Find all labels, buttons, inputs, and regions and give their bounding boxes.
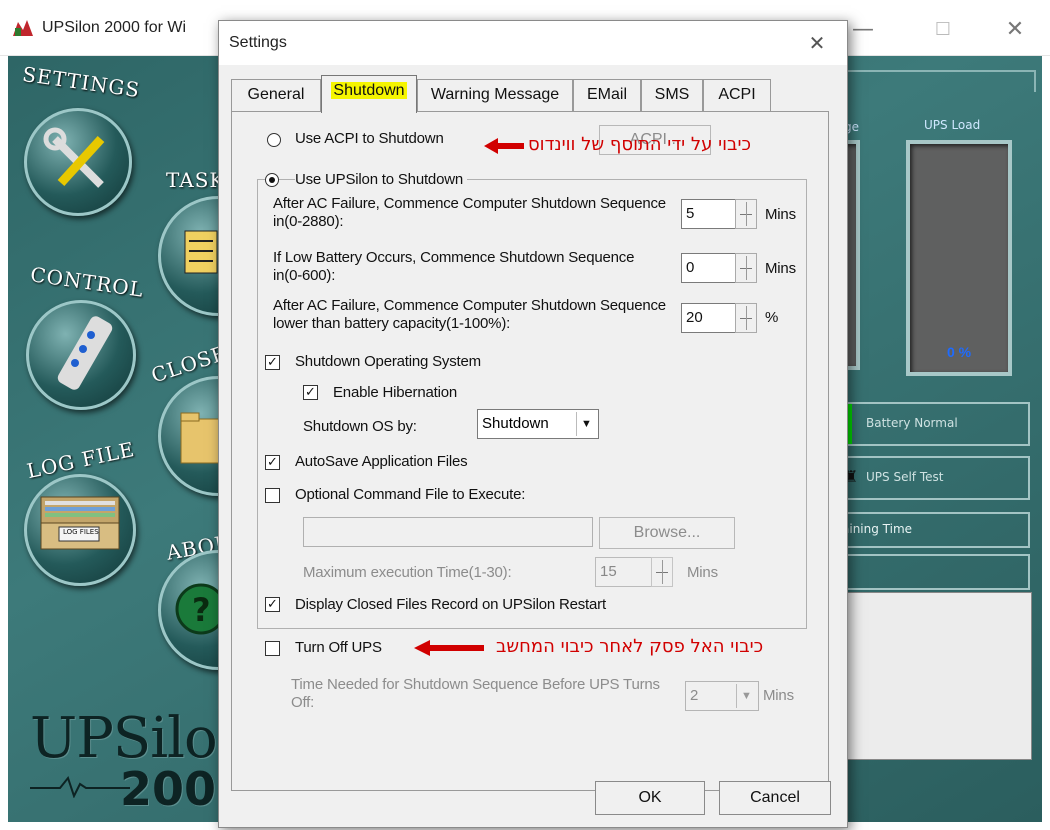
use-acpi-label: Use ACPI to Shutdown (295, 130, 444, 147)
tab-warning-label: Warning Message (430, 86, 560, 103)
hibernation-label: Enable Hibernation (333, 384, 457, 401)
acpi-annotation-arrow-icon (484, 138, 524, 154)
tab-email[interactable]: EMail (573, 79, 641, 111)
remote-control-icon (57, 316, 113, 390)
shutdown-by-value: Shutdown (482, 415, 549, 432)
dialog-titlebar: Settings ✕ (219, 21, 847, 65)
time-needed-unit: Mins (763, 687, 794, 704)
upsilon-app-icon (13, 20, 33, 36)
ok-button[interactable]: OK (595, 781, 705, 815)
remaining-time-label: aining Time (842, 522, 913, 536)
command-file-input[interactable] (303, 517, 593, 547)
optional-cmd-checkbox[interactable] (265, 488, 280, 503)
ac-failure-label: After AC Failure, Commence Computer Shut… (273, 195, 666, 230)
dialog-title: Settings (229, 34, 287, 51)
turn-off-ups-label: Turn Off UPS (295, 639, 382, 656)
event-log-area (836, 592, 1032, 760)
display-closed-label: Display Closed Files Record on UPSilon R… (295, 596, 606, 613)
low-battery-label: If Low Battery Occurs, Commence Shutdown… (273, 249, 635, 284)
nav-control-button[interactable] (26, 300, 136, 410)
max-exec-input[interactable]: 15 (595, 557, 653, 587)
use-upsilon-label: Use UPSilon to Shutdown (295, 171, 467, 188)
remaining-time-field: aining Time (836, 512, 1030, 548)
upsilon-shutdown-group (257, 179, 807, 629)
autosave-label: AutoSave Application Files (295, 453, 468, 470)
autosave-checkbox[interactable]: ✓ (265, 455, 280, 470)
ac-failure-spinner[interactable] (735, 199, 757, 229)
hibernation-checkbox[interactable]: ✓ (303, 385, 318, 400)
tools-icon (43, 127, 105, 188)
tab-acpi[interactable]: ACPI (703, 79, 771, 111)
low-battery-input[interactable]: 0 (681, 253, 737, 283)
ups-load-value: 0 % (946, 344, 972, 360)
max-exec-spinner[interactable] (651, 557, 673, 587)
optional-cmd-label: Optional Command File to Execute: (295, 486, 526, 503)
max-exec-unit: Mins (687, 564, 718, 581)
browse-button[interactable]: Browse... (599, 517, 735, 549)
main-window-title: UPSilon 2000 for Wi (42, 19, 187, 36)
shutdown-by-label: Shutdown OS by: (303, 418, 417, 435)
low-battery-unit: Mins (765, 260, 796, 277)
remaining-time-row2: c (836, 554, 1030, 590)
tab-shutdown[interactable]: Shutdown (321, 75, 417, 113)
use-acpi-radio[interactable] (267, 133, 281, 147)
log-files-tag: LOG FILES (63, 528, 99, 536)
low-battery-spinner[interactable] (735, 253, 757, 283)
tab-acpi-label: ACPI (718, 86, 756, 103)
dialog-close-icon[interactable]: ✕ (799, 25, 835, 61)
shutdown-os-label: Shutdown Operating System (295, 353, 481, 370)
time-needed-select[interactable]: 2 ▼ (685, 681, 759, 711)
nav-label-task: TASK (166, 168, 226, 192)
capacity-spinner[interactable] (735, 303, 757, 333)
capacity-unit: % (765, 309, 779, 326)
ups-annotation: כיבוי האל פסק לאחר כיבוי המחשב (496, 636, 764, 657)
use-upsilon-radio[interactable] (265, 173, 279, 187)
nav-logfile-button[interactable]: LOG FILES (24, 474, 136, 586)
acpi-annotation: כיבוי על ידי התוסף של ווינדוס (528, 134, 751, 155)
shutdown-os-checkbox[interactable]: ✓ (265, 355, 280, 370)
nav-settings-button[interactable] (24, 108, 132, 216)
chevron-down-icon: ▼ (576, 412, 596, 436)
battery-status-indicator[interactable]: Battery Normal (836, 402, 1030, 446)
tab-sms-label: SMS (654, 86, 690, 103)
tab-shutdown-label: Shutdown (331, 82, 407, 99)
tab-general[interactable]: General (231, 79, 321, 111)
time-needed-value: 2 (690, 687, 699, 704)
ups-load-label: UPS Load (924, 118, 981, 132)
nav-label-settings: SETTINGS (20, 61, 142, 103)
status-panel: ge UPS Load 0 % Battery Normal ♜ UPS Sel… (836, 70, 1038, 770)
tab-sms[interactable]: SMS (641, 79, 703, 111)
svg-text:?: ? (192, 591, 211, 629)
self-test-text: UPS Self Test (866, 470, 944, 484)
heartbeat-line-icon (30, 775, 130, 798)
nav-label-control: CONTROL (28, 262, 146, 302)
capacity-input[interactable]: 20 (681, 303, 737, 333)
tab-general-label: General (247, 86, 305, 103)
capacity-label: After AC Failure, Commence Computer Shut… (273, 297, 666, 332)
self-test-button[interactable]: ♜ UPS Self Test (836, 456, 1030, 500)
cancel-button[interactable]: Cancel (719, 781, 831, 815)
maximize-icon[interactable]: ☐ (918, 12, 968, 48)
tab-warning-message[interactable]: Warning Message (417, 79, 573, 111)
ups-annotation-arrow-icon (414, 640, 484, 656)
display-closed-checkbox[interactable]: ✓ (265, 597, 280, 612)
turn-off-ups-checkbox[interactable] (265, 641, 280, 656)
close-icon[interactable]: ✕ (990, 12, 1040, 48)
shutdown-by-select[interactable]: Shutdown ▼ (477, 409, 599, 439)
ups-load-gauge: 0 % (906, 140, 1012, 376)
battery-status-text: Battery Normal (866, 416, 958, 430)
ac-failure-input[interactable]: 5 (681, 199, 737, 229)
tab-email-label: EMail (586, 86, 627, 103)
max-exec-label: Maximum execution Time(1-30): (303, 564, 512, 581)
ac-failure-unit: Mins (765, 206, 796, 223)
time-needed-label: Time Needed for Shutdown Sequence Before… (291, 676, 660, 711)
chevron-down-icon: ▼ (736, 684, 756, 708)
panel-header-strip (836, 70, 1036, 92)
